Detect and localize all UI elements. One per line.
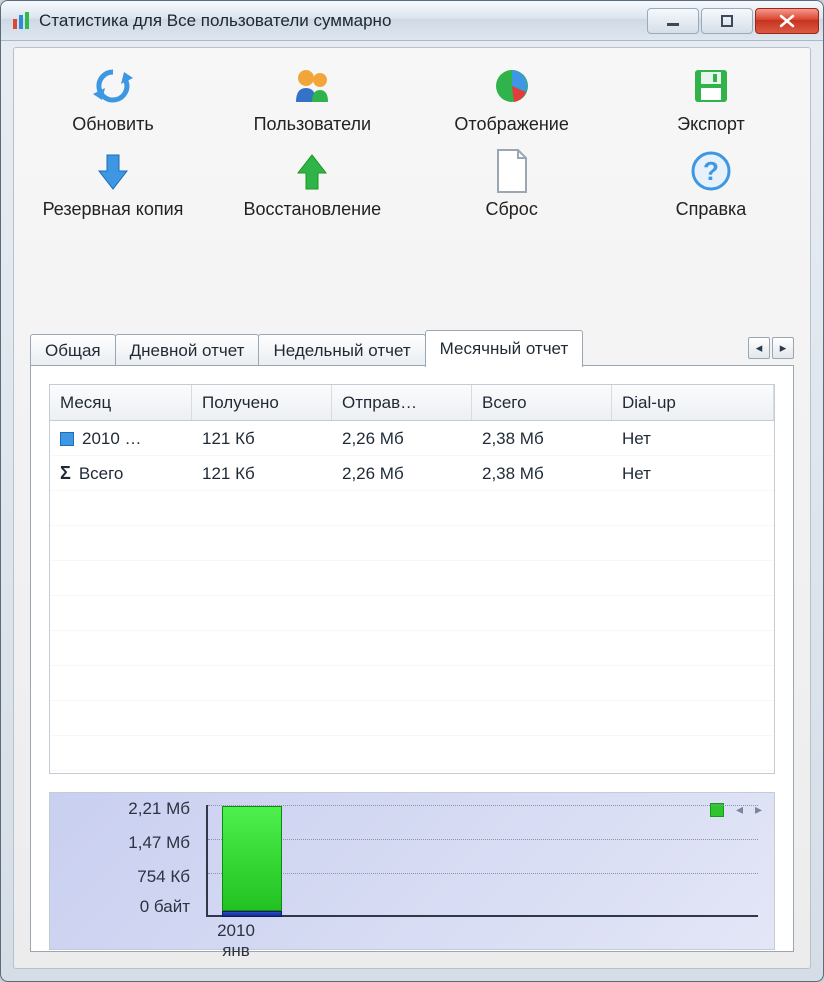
data-grid[interactable]: Месяц Получено Отправ… Всего Dial-up 201… <box>49 384 775 774</box>
up-arrow-icon <box>288 147 336 195</box>
table-row[interactable]: ΣВсего 121 Кб 2,26 Мб 2,38 Мб Нет <box>50 456 774 491</box>
help-button[interactable]: ? Справка <box>626 147 796 220</box>
col-received[interactable]: Получено <box>192 385 332 420</box>
piechart-icon <box>488 62 536 110</box>
col-dialup[interactable]: Dial-up <box>612 385 774 420</box>
app-icon <box>11 11 31 31</box>
grid-body: 2010 … 121 Кб 2,26 Мб 2,38 Мб Нет ΣВсего… <box>50 421 774 773</box>
x-tick: 2010янв <box>196 921 276 961</box>
tab-daily[interactable]: Дневной отчет <box>115 334 260 367</box>
table-row[interactable]: 2010 … 121 Кб 2,26 Мб 2,38 Мб Нет <box>50 421 774 456</box>
col-total[interactable]: Всего <box>472 385 612 420</box>
window-buttons <box>647 8 819 34</box>
refresh-button[interactable]: Обновить <box>28 62 198 135</box>
chart-plot <box>206 805 758 917</box>
grid-header[interactable]: Месяц Получено Отправ… Всего Dial-up <box>50 385 774 421</box>
toolbar-row-2: Резервная копия Восстановление Сброс ? С… <box>28 147 796 220</box>
tab-monthly[interactable]: Месячный отчет <box>425 330 584 367</box>
restore-label: Восстановление <box>243 199 381 220</box>
tab-scroll-right[interactable]: ▸ <box>772 337 794 359</box>
tab-scroll: ◂ ▸ <box>748 337 794 359</box>
col-sent[interactable]: Отправ… <box>332 385 472 420</box>
restore-button[interactable]: Восстановление <box>227 147 397 220</box>
toolbar-row-1: Обновить Пользователи Отображение Экспор… <box>28 62 796 135</box>
backup-label: Резервная копия <box>43 199 184 220</box>
refresh-label: Обновить <box>72 114 154 135</box>
maximize-button[interactable] <box>701 8 753 34</box>
export-button[interactable]: Экспорт <box>626 62 796 135</box>
floppy-icon <box>687 62 735 110</box>
users-label: Пользователи <box>254 114 371 135</box>
backup-button[interactable]: Резервная копия <box>28 147 198 220</box>
tab-weekly[interactable]: Недельный отчет <box>258 334 425 367</box>
reset-label: Сброс <box>485 199 537 220</box>
users-icon <box>288 62 336 110</box>
chart-bar <box>222 806 282 917</box>
tab-panel-monthly: Месяц Получено Отправ… Всего Dial-up 201… <box>30 365 794 952</box>
export-label: Экспорт <box>677 114 745 135</box>
y-tick: 1,47 Мб <box>50 833 190 853</box>
reset-button[interactable]: Сброс <box>427 147 597 220</box>
refresh-icon <box>89 62 137 110</box>
display-label: Отображение <box>454 114 568 135</box>
col-month[interactable]: Месяц <box>50 385 192 420</box>
statistics-window: Статистика для Все пользователи суммарно… <box>0 0 824 982</box>
titlebar[interactable]: Статистика для Все пользователи суммарно <box>1 1 823 41</box>
minimize-button[interactable] <box>647 8 699 34</box>
help-icon: ? <box>687 147 735 195</box>
traffic-chart: ◂ ▸ 2,21 Мб 1,47 Мб 754 Кб 0 байт <box>49 792 775 950</box>
down-arrow-icon <box>89 147 137 195</box>
y-tick: 2,21 Мб <box>50 799 190 819</box>
y-tick: 754 Кб <box>50 867 190 887</box>
svg-text:?: ? <box>703 156 719 186</box>
users-button[interactable]: Пользователи <box>227 62 397 135</box>
toolbar: Обновить Пользователи Отображение Экспор… <box>14 48 810 238</box>
client-area: Обновить Пользователи Отображение Экспор… <box>13 47 811 969</box>
display-button[interactable]: Отображение <box>427 62 597 135</box>
tabstrip: Общая Дневной отчет Недельный отчет Меся… <box>30 330 794 366</box>
sigma-icon: Σ <box>60 463 71 484</box>
tab-general[interactable]: Общая <box>30 334 116 367</box>
window-title: Статистика для Все пользователи суммарно <box>39 11 647 31</box>
tab-scroll-left[interactable]: ◂ <box>748 337 770 359</box>
close-button[interactable] <box>755 8 819 34</box>
report-tabs: Общая Дневной отчет Недельный отчет Меся… <box>30 330 794 952</box>
page-icon <box>488 147 536 195</box>
series-color-icon <box>60 432 74 446</box>
help-label: Справка <box>676 199 747 220</box>
y-tick: 0 байт <box>50 897 190 917</box>
